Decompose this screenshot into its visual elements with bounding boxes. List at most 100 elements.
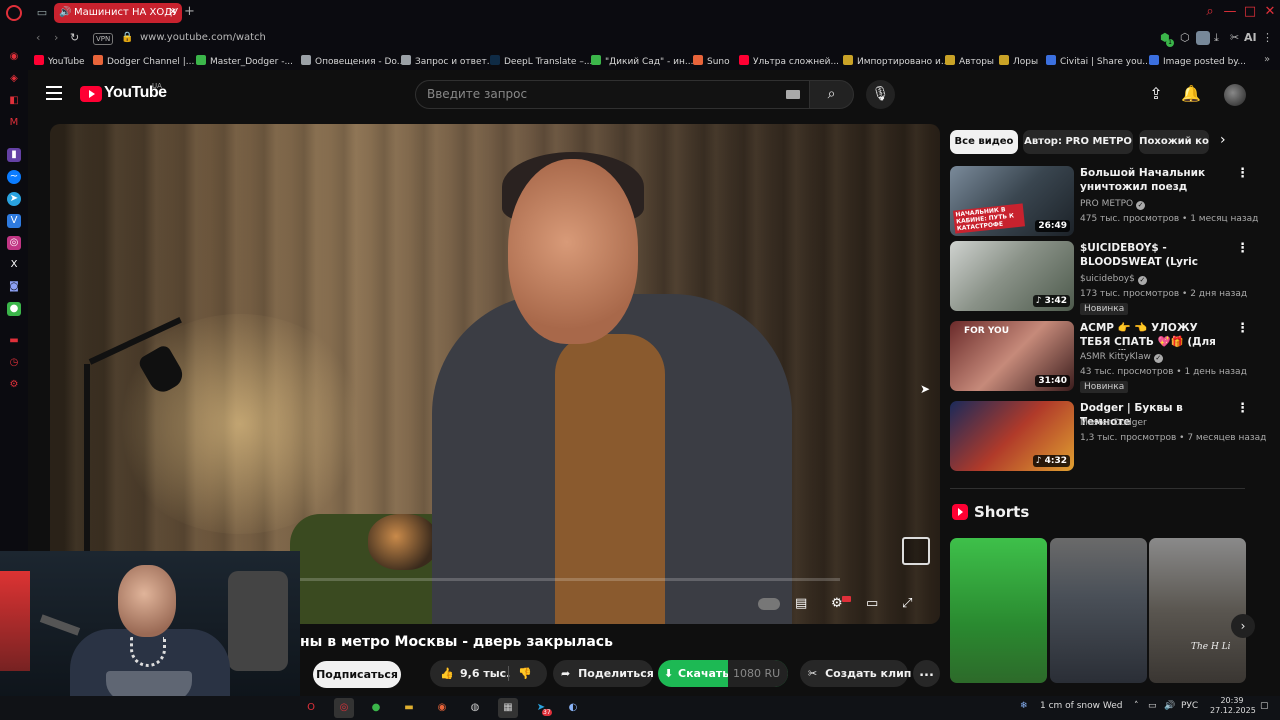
keyboard-language[interactable]: РУС — [1181, 701, 1198, 711]
bookmark-item[interactable]: Оповещения - Do... — [301, 55, 405, 67]
opera-menu-icon[interactable] — [6, 5, 22, 21]
rec-thumbnail[interactable]: FOR YOU 31:40 — [950, 321, 1074, 391]
miniplayer-icon[interactable] — [902, 537, 930, 565]
bookmark-item[interactable]: Авторы — [945, 55, 994, 67]
rec-channel[interactable]: $uicideboy$ ✓ — [1080, 274, 1147, 285]
bookmarks-overflow-icon[interactable]: » — [1264, 54, 1270, 65]
sidebar-whatsapp-icon[interactable]: ● — [7, 302, 21, 316]
tray-network-icon[interactable]: ▭ — [1148, 701, 1157, 711]
taskbar-explorer-icon[interactable]: ▬ — [399, 698, 419, 718]
tab-close-icon[interactable]: ✕ — [169, 3, 177, 23]
rec-channel[interactable]: Master Dodger — [1080, 418, 1147, 428]
video-player[interactable] — [50, 124, 940, 624]
keyboard-icon[interactable] — [786, 90, 800, 99]
download-button[interactable]: ⬇ Скачать 1080 RU ▾ — [658, 660, 788, 687]
rec-item[interactable]: НАЧАЛЬНИК В КАБИНЕ: ПУТЬ К КАТАСТРОФЕ 26… — [950, 166, 1258, 236]
voice-search-button[interactable]: 🎙 — [866, 80, 895, 109]
short-thumbnail[interactable]: The H Li — [1149, 538, 1246, 683]
search-tabs-icon[interactable]: ⌕ — [1202, 4, 1218, 19]
tab-workspaces-icon[interactable]: ▭ — [34, 6, 50, 20]
rec-thumbnail[interactable]: ♪ 4:32 — [950, 401, 1074, 471]
maximize-icon[interactable]: □ — [1242, 4, 1258, 19]
extensions-puzzle-icon[interactable]: ⬡ — [1180, 31, 1190, 44]
bookmark-item[interactable]: Импортировано и... — [843, 55, 949, 67]
dislike-icon[interactable]: 👎 — [518, 660, 532, 687]
short-thumbnail[interactable] — [950, 538, 1047, 683]
menu-hamburger-icon[interactable] — [46, 86, 62, 100]
sidebar-x-icon[interactable]: X — [7, 258, 21, 272]
taskbar-opera-icon[interactable]: O — [301, 698, 321, 718]
chip-all[interactable]: Все видео — [950, 130, 1018, 154]
clock[interactable]: 20:39 27.12.2025 — [1210, 696, 1256, 716]
sidebar-vk-icon[interactable]: V — [7, 214, 21, 228]
rec-more-icon[interactable]: ⋮ — [1236, 401, 1249, 416]
url-field[interactable]: www.youtube.com/watch — [140, 32, 266, 43]
minimize-icon[interactable]: — — [1222, 4, 1238, 19]
rec-title[interactable]: АСМР 👉 👈 УЛОЖУ ТЕБЯ СПАТЬ 💖🎁 (Для сна) 😴… — [1080, 321, 1218, 350]
subtitles-icon[interactable]: ▤ — [795, 596, 807, 611]
back-icon[interactable]: ‹ — [36, 31, 40, 44]
bookmark-item[interactable]: YouTube — [34, 55, 85, 67]
sidebar-telegram-icon[interactable]: ➤ — [7, 192, 21, 206]
new-tab-button[interactable]: + — [184, 4, 198, 22]
tray-volume-icon[interactable]: 🔊 — [1164, 701, 1175, 711]
sidebar-aria-icon[interactable]: ◉ — [7, 50, 21, 64]
sidebar-gmail-icon[interactable]: M — [7, 116, 21, 130]
bookmark-item[interactable]: Лоры — [999, 55, 1038, 67]
lock-icon[interactable]: 🔒 — [121, 32, 133, 43]
vpn-badge[interactable]: VPN — [93, 33, 114, 45]
taskbar-steam-icon[interactable]: ◐ — [563, 698, 583, 718]
rec-thumbnail[interactable]: ♪ 3:42 — [950, 241, 1074, 311]
rec-item[interactable]: ♪ 3:42 $UICIDEBOY$ - BLOODSWEAT (Lyric V… — [950, 241, 1250, 315]
like-icon[interactable]: 👍 — [440, 660, 454, 687]
rec-item[interactable]: FOR YOU 31:40 АСМР 👉 👈 УЛОЖУ ТЕБЯ СПАТЬ … — [950, 321, 1250, 393]
taskbar-firefox-icon[interactable]: ◉ — [432, 698, 452, 718]
share-button[interactable]: ➦ Поделиться — [553, 660, 654, 687]
rec-channel[interactable]: ASMR KittyKlaw ✓ — [1080, 352, 1163, 363]
sidebar-messenger-icon[interactable]: ~ — [7, 170, 21, 184]
tab-active[interactable]: 🔊 Машинист НА ХОДУ ✕ — [54, 3, 182, 23]
sidebar-discord-icon[interactable]: ◙ — [7, 280, 21, 294]
sidebar-crypto-icon[interactable]: ◈ — [7, 72, 21, 86]
bookmark-item[interactable]: Image posted by... — [1149, 55, 1246, 67]
notifications-icon[interactable]: ▢ — [1260, 701, 1269, 711]
chips-next-icon[interactable]: › — [1220, 132, 1226, 148]
more-actions-button[interactable]: ... — [913, 660, 940, 687]
fullscreen-icon[interactable]: ⤢ — [902, 596, 912, 611]
taskbar-obs-icon[interactable]: ◍ — [465, 698, 485, 718]
sidebar-player-icon[interactable]: ▬ — [7, 334, 21, 348]
rec-channel[interactable]: PRO МЕТРО ✓ — [1080, 199, 1146, 210]
chip-similar[interactable]: Похожий ко — [1139, 130, 1209, 154]
bookmark-item[interactable]: DeepL Translate –... — [490, 55, 592, 67]
profile-icon[interactable] — [1196, 31, 1210, 45]
bookmark-item[interactable]: Suno — [693, 55, 730, 67]
sidebar-settings-icon[interactable]: ⚙ — [7, 378, 21, 392]
subscribe-button[interactable]: Подписаться — [313, 661, 401, 688]
rec-title[interactable]: Большой Начальник уничтожил поезд метро!… — [1080, 166, 1218, 195]
taskbar-operagx-icon[interactable]: ◎ — [334, 698, 354, 718]
rec-thumbnail[interactable]: НАЧАЛЬНИК В КАБИНЕ: ПУТЬ К КАТАСТРОФЕ 26… — [950, 166, 1074, 236]
shorts-next-icon[interactable]: › — [1231, 614, 1255, 638]
bookmark-item[interactable]: Запрос и ответ. — [401, 55, 490, 67]
chip-author[interactable]: Автор: PRO МЕТРО — [1023, 130, 1133, 154]
autoplay-toggle[interactable] — [758, 598, 780, 610]
taskbar-clapper-icon[interactable]: ▦ — [498, 698, 518, 718]
rec-more-icon[interactable]: ⋮ — [1236, 321, 1249, 336]
like-count[interactable]: 9,6 тыс. — [460, 660, 510, 687]
rec-item[interactable]: ♪ 4:32 Dodger | Буквы в Темноте Master D… — [950, 401, 1266, 471]
bookmark-item[interactable]: "Дикий Сад" - ин... — [591, 55, 693, 67]
snapshot-icon[interactable]: ✂ — [1230, 31, 1239, 44]
browser-menu-icon[interactable]: ⋮ — [1262, 31, 1273, 44]
download-icon[interactable]: ⤓ — [1214, 31, 1219, 45]
forward-icon[interactable]: › — [54, 31, 58, 44]
bookmark-item[interactable]: Dodger Channel |... — [93, 55, 194, 67]
reload-icon[interactable]: ↻ — [70, 31, 79, 44]
bookmark-item[interactable]: Civitai | Share you... — [1046, 55, 1151, 67]
sidebar-speed-dial-icon[interactable]: ◧ — [7, 94, 21, 108]
youtube-logo-icon[interactable] — [80, 86, 102, 102]
bookmark-item[interactable]: Master_Dodger -... — [196, 55, 293, 67]
bookmark-item[interactable]: Ультра сложней... — [739, 55, 839, 67]
rec-title[interactable]: $UICIDEBOY$ - BLOODSWEAT (Lyric Video) — [1080, 241, 1218, 270]
rec-more-icon[interactable]: ⋮ — [1236, 166, 1249, 181]
sidebar-instagram-icon[interactable]: ◎ — [7, 236, 21, 250]
